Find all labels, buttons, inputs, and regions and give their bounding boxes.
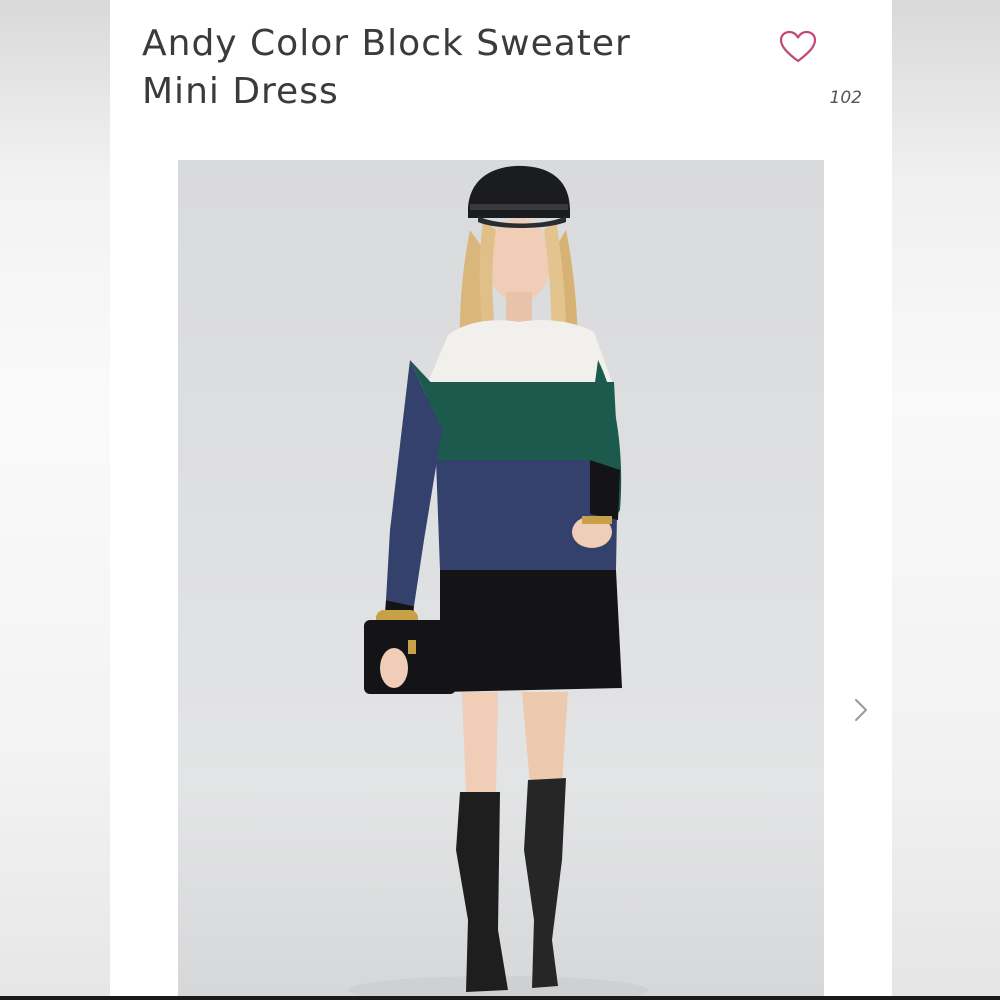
like-button[interactable] [778,28,818,68]
product-title: Andy Color Block Sweater Mini Dress [142,20,742,116]
product-title-line-2: Mini Dress [142,71,339,112]
product-title-line-1: Andy Color Block Sweater [142,23,631,64]
like-count: 102 [829,88,862,108]
background-left [0,0,110,1000]
background-right [892,0,1000,1000]
model-illustration [348,165,648,1000]
product-photo[interactable] [178,160,824,1000]
next-image-button[interactable] [848,692,876,728]
heart-outline-icon [779,30,817,63]
product-card: Andy Color Block Sweater Mini Dress 102 [110,0,892,1000]
chevron-right-icon [855,699,867,721]
bottom-border [0,996,1000,1000]
